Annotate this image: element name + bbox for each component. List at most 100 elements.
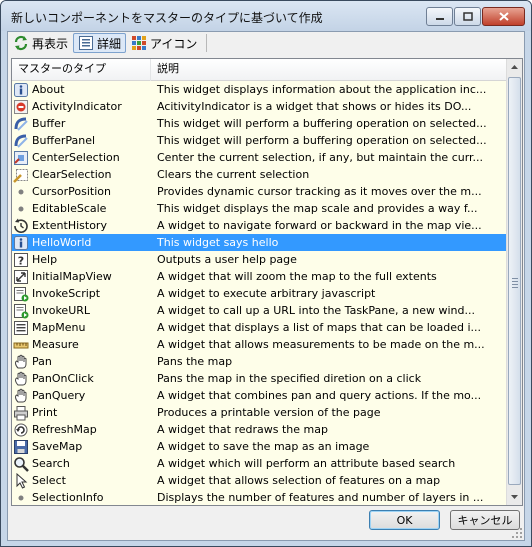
list-row-selection-info[interactable]: SelectionInfo Displays the number of feat… [12,489,508,505]
master-type-cell: ? Help [12,252,151,268]
info-icon [14,82,28,97]
component-name: Print [32,406,58,419]
list-row-editable-scale[interactable]: EditableScale This widget displays the ma… [12,200,508,217]
center-selection-icon [14,150,28,165]
description-cell: AcitivityIndicator is a widget that show… [157,100,472,113]
component-name: Measure [32,338,79,351]
component-list[interactable]: マスターのタイプ 説明 About This widget displays in… [11,58,523,506]
dialog-client: 再表示 詳細 アイコン マスターのタイプ 説明 About This widge… [7,31,525,541]
list-row-clear-selection[interactable]: ClearSelection Clears the current selecti… [12,166,508,183]
list-row-help[interactable]: ? Help Outputs a user help page [12,251,508,268]
column-header-description[interactable]: 説明 [151,59,508,81]
master-type-cell: EditableScale [12,201,151,217]
component-name: PanQuery [32,389,86,402]
details-view-button[interactable]: 詳細 [73,33,127,53]
description-cell: Provides dynamic cursor tracking as it m… [157,185,482,198]
description-cell: A widget that displays a list of maps th… [157,321,482,334]
list-row-pan-query[interactable]: PanQuery A widget that combines pan and q… [12,387,508,404]
component-name: HelloWorld [32,236,92,249]
maximize-icon [462,12,473,21]
list-row-pan[interactable]: Pan Pans the map [12,353,508,370]
component-name: CursorPosition [32,185,111,198]
thumb-grip [512,278,518,290]
list-row-save-map[interactable]: SaveMap A widget to save the map as an im… [12,438,508,455]
dot-icon [18,495,24,500]
icons-view-label: アイコン [150,36,198,51]
list-row-cursor-position[interactable]: CursorPosition Provides dynamic cursor tr… [12,183,508,200]
zoom-extents-icon [14,269,28,284]
column-header-master-type[interactable]: マスターのタイプ [12,59,151,81]
maximize-button[interactable] [454,7,481,26]
resize-grip-icon[interactable] [512,528,523,539]
extent-history-icon [14,218,28,233]
description-cell: A widget that allows selection of featur… [157,474,441,487]
description-cell: A widget to navigate forward or backward… [157,219,482,232]
pan-icon [15,354,27,368]
window-title: 新しいコンポーネントをマスターのタイプに基づいて作成 [11,11,323,25]
window-controls [426,7,525,26]
refresh-button[interactable]: 再表示 [8,33,73,53]
component-name: MapMenu [32,321,86,334]
master-type-cell: PanQuery [12,388,151,404]
pan-icon [15,371,27,385]
dialog-window: 新しいコンポーネントをマスターのタイプに基づいて作成 再表示 詳細 アイコン マ… [0,0,532,547]
component-name: InvokeURL [32,304,91,317]
toolbar-separator [206,34,208,52]
vertical-scrollbar[interactable] [506,59,522,505]
master-type-cell: HelloWorld [12,235,151,251]
scrollbar-thumb[interactable] [508,77,521,485]
master-type-cell: InvokeScript [12,286,151,302]
refresh-icon [14,423,28,436]
description-cell: Produces a printable version of the page [157,406,381,419]
component-name: Buffer [32,117,66,130]
list-row-print[interactable]: Print Produces a printable version of the… [12,404,508,421]
scroll-down-button[interactable] [507,489,522,505]
component-name: About [32,83,65,96]
icons-view-button[interactable]: アイコン [126,33,202,53]
description-cell: Clears the current selection [157,168,310,181]
component-name: SelectionInfo [32,491,104,504]
master-type-cell: Select [12,472,151,489]
list-row-pan-on-click[interactable]: PanOnClick Pans the map in the specified … [12,370,508,387]
buffer-icon [14,117,28,131]
list-row-initial-map-view[interactable]: InitialMapView A widget that will zoom th… [12,268,508,285]
refresh-label: 再表示 [32,36,69,51]
description-cell: Pans the map [157,355,233,368]
refresh-icon [14,35,28,51]
list-row-invoke-url[interactable]: InvokeURL A widget to call up a URL into … [12,302,508,319]
description-cell: A widget that combines pan and query act… [157,389,482,402]
list-row-buffer[interactable]: Buffer This widget will perform a bufferi… [12,115,508,132]
list-row-map-menu[interactable]: MapMenu A widget that displays a list of … [12,319,508,336]
list-row-about[interactable]: About This widget displays information ab… [12,81,508,98]
list-row-hello-world[interactable]: HelloWorld This widget says hello [12,234,508,251]
toolbar: 再表示 詳細 アイコン [8,32,524,54]
list-row-activity-indicator[interactable]: ActivityIndicator AcitivityIndicator is a… [12,98,508,115]
list-row-center-selection[interactable]: CenterSelection Center the current select… [12,149,508,166]
pan-icon [15,388,27,402]
master-type-cell: Search [12,456,151,472]
master-type-cell: SaveMap [12,439,151,455]
list-row-buffer-panel[interactable]: BufferPanel This widget will perform a bu… [12,132,508,149]
description-cell: A widget that redraws the map [157,423,328,436]
cancel-button[interactable]: キャンセル [450,510,520,530]
component-name: EditableScale [32,202,107,215]
component-name: ExtentHistory [32,219,107,232]
list-row-search[interactable]: Search A widget which will perform an att… [12,455,508,472]
select-cursor-icon [16,472,28,489]
master-type-cell: RefreshMap [12,422,151,438]
component-name: Pan [32,355,52,368]
title-bar[interactable]: 新しいコンポーネントをマスターのタイプに基づいて作成 [1,1,531,31]
info-icon [14,235,28,250]
component-name: Search [32,457,70,470]
list-row-invoke-script[interactable]: InvokeScript A widget to execute arbitrar… [12,285,508,302]
scroll-up-button[interactable] [507,59,522,75]
minimize-button[interactable] [426,7,453,26]
list-row-refresh-map[interactable]: RefreshMap A widget that redraws the map [12,421,508,438]
list-row-measure[interactable]: Measure A widget that allows measurements… [12,336,508,353]
list-row-select[interactable]: Select A widget that allows selection of … [12,472,508,489]
invoke-script-icon [14,286,29,301]
close-button[interactable] [482,7,525,26]
list-row-extent-history[interactable]: ExtentHistory A widget to navigate forwar… [12,217,508,234]
master-type-cell: ActivityIndicator [12,99,151,115]
ok-button[interactable]: OK [369,510,440,530]
